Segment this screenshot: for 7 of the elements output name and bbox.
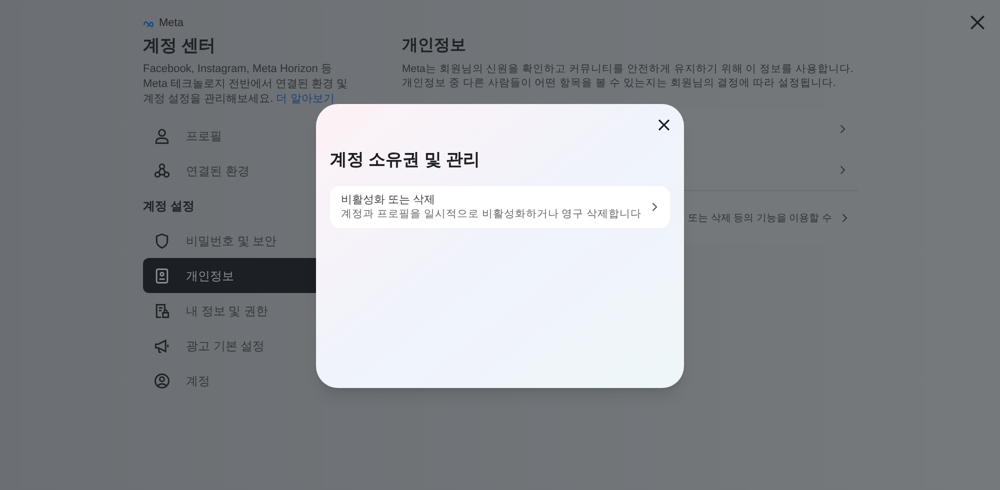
page-title: 계정 센터 (143, 35, 217, 57)
section-title: 개인정보 (402, 36, 467, 56)
description: Meta는 회원님의 신원을 확인하고 커뮤니티를 안전하게 유지하기 위해 이 정보를 사용합니다. 개인정보 중 다른 사람들이 어떤 항목을 볼 수 있는지는 회원님의 결정에 따라 설정됩니다. (402, 62, 854, 90)
description: Facebook, Instagram, Meta Horizon 등 Meta 테크놀로지 전반에서 연결된 환경 및 계정 설정을 관리해보세요. 더 알아보기 (143, 62, 349, 107)
section-header: 계정 설정 (143, 198, 194, 214)
dialog-title: 계정 소유권 및 관리 (330, 149, 480, 171)
brand-name: Meta (159, 16, 184, 31)
